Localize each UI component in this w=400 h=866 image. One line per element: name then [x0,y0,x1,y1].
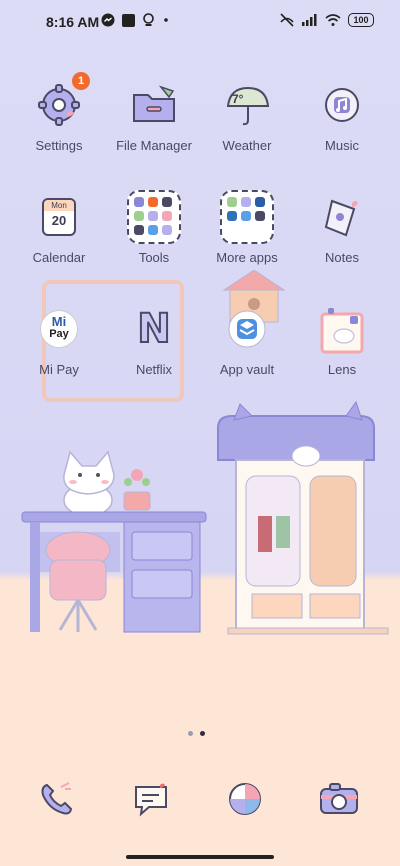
status-system-icons: 100 [279,13,374,27]
dock [0,774,400,824]
music-note-icon [325,88,359,122]
dock-phone[interactable] [32,774,82,824]
folder-tools[interactable]: Tools [106,190,202,265]
app-label: Tools [138,250,170,265]
battery-icon: 100 [348,13,374,27]
app-label: Weather [222,138,272,153]
wallpaper-flower-pot [123,469,151,511]
wallpaper-cat-left [63,450,115,517]
notes-icon [324,199,358,237]
app-label: Mi Pay [39,362,79,377]
photo-icon [122,13,135,27]
app-vault[interactable]: App vault [199,302,295,377]
weather-temperature: 7° [232,92,244,106]
weather-umbrella-icon [226,86,270,126]
camera-icon [320,783,358,814]
phone-icon [41,782,73,815]
app-label: Calendar [32,250,86,265]
status-bar: 8:16 AM 100 [0,0,400,44]
mi-pay-logo-text: Mi [51,314,67,329]
app-vault-stack-icon [228,310,266,348]
more-apps-folder-icon [220,190,274,244]
app-netflix[interactable]: N Netflix [106,302,202,377]
app-label: Netflix [135,362,173,377]
app-label: Music [325,138,359,153]
page-dot-2-active[interactable] [200,731,205,736]
wallpaper-wardrobe [217,400,389,635]
app-music[interactable]: Music [294,78,390,153]
app-lens[interactable]: Lens [294,302,390,377]
app-weather[interactable]: 7° Weather [199,78,295,153]
settings-gear-icon [38,84,80,126]
app-calendar[interactable]: Mon 20 Calendar [11,190,107,265]
signal-icon [302,14,317,26]
wallpaper-chair [45,531,111,632]
app-mi-pay[interactable]: Mi Pay Mi Pay [11,302,107,377]
calendar-icon: Mon 20 [42,198,76,236]
notification-badge: 1 [72,72,90,90]
status-time: 8:16 AM [46,14,100,30]
app-label: Settings [35,138,83,153]
app-label: App vault [219,362,275,377]
page-dot-1[interactable] [188,731,193,736]
folder-icon [133,85,175,122]
home-indicator-bar[interactable] [126,855,274,859]
mi-pay-logo-icon: Mi Pay [40,310,78,348]
app-label: Notes [325,250,359,265]
mi-pay-logo-sub: Pay [49,328,69,340]
app-label: More apps [216,250,278,265]
lens-frame-icon [320,308,364,354]
app-notes[interactable]: Notes [294,190,390,265]
more-dot-icon [164,18,168,22]
wifi-icon [325,14,341,26]
facebook-messenger-icon [101,13,115,27]
dock-camera[interactable] [314,774,364,824]
app-label: Lens [327,362,357,377]
calendar-day: 20 [51,213,67,228]
dock-browser[interactable] [220,774,270,824]
calendar-month: Mon [44,200,74,211]
lens-icon [143,13,154,26]
app-file-manager[interactable]: File Manager [106,78,202,153]
status-notification-icons [101,13,170,27]
netflix-logo-icon: N [136,305,172,353]
tools-folder-icon [127,190,181,244]
message-icon [135,783,167,817]
folder-more-apps[interactable]: More apps [199,190,295,265]
mute-icon [280,13,294,27]
app-label: File Manager [116,138,192,153]
browser-icon [229,783,261,815]
app-settings[interactable]: 1 Settings [11,72,107,153]
dock-messages[interactable] [126,774,176,824]
page-indicator[interactable] [188,731,205,736]
